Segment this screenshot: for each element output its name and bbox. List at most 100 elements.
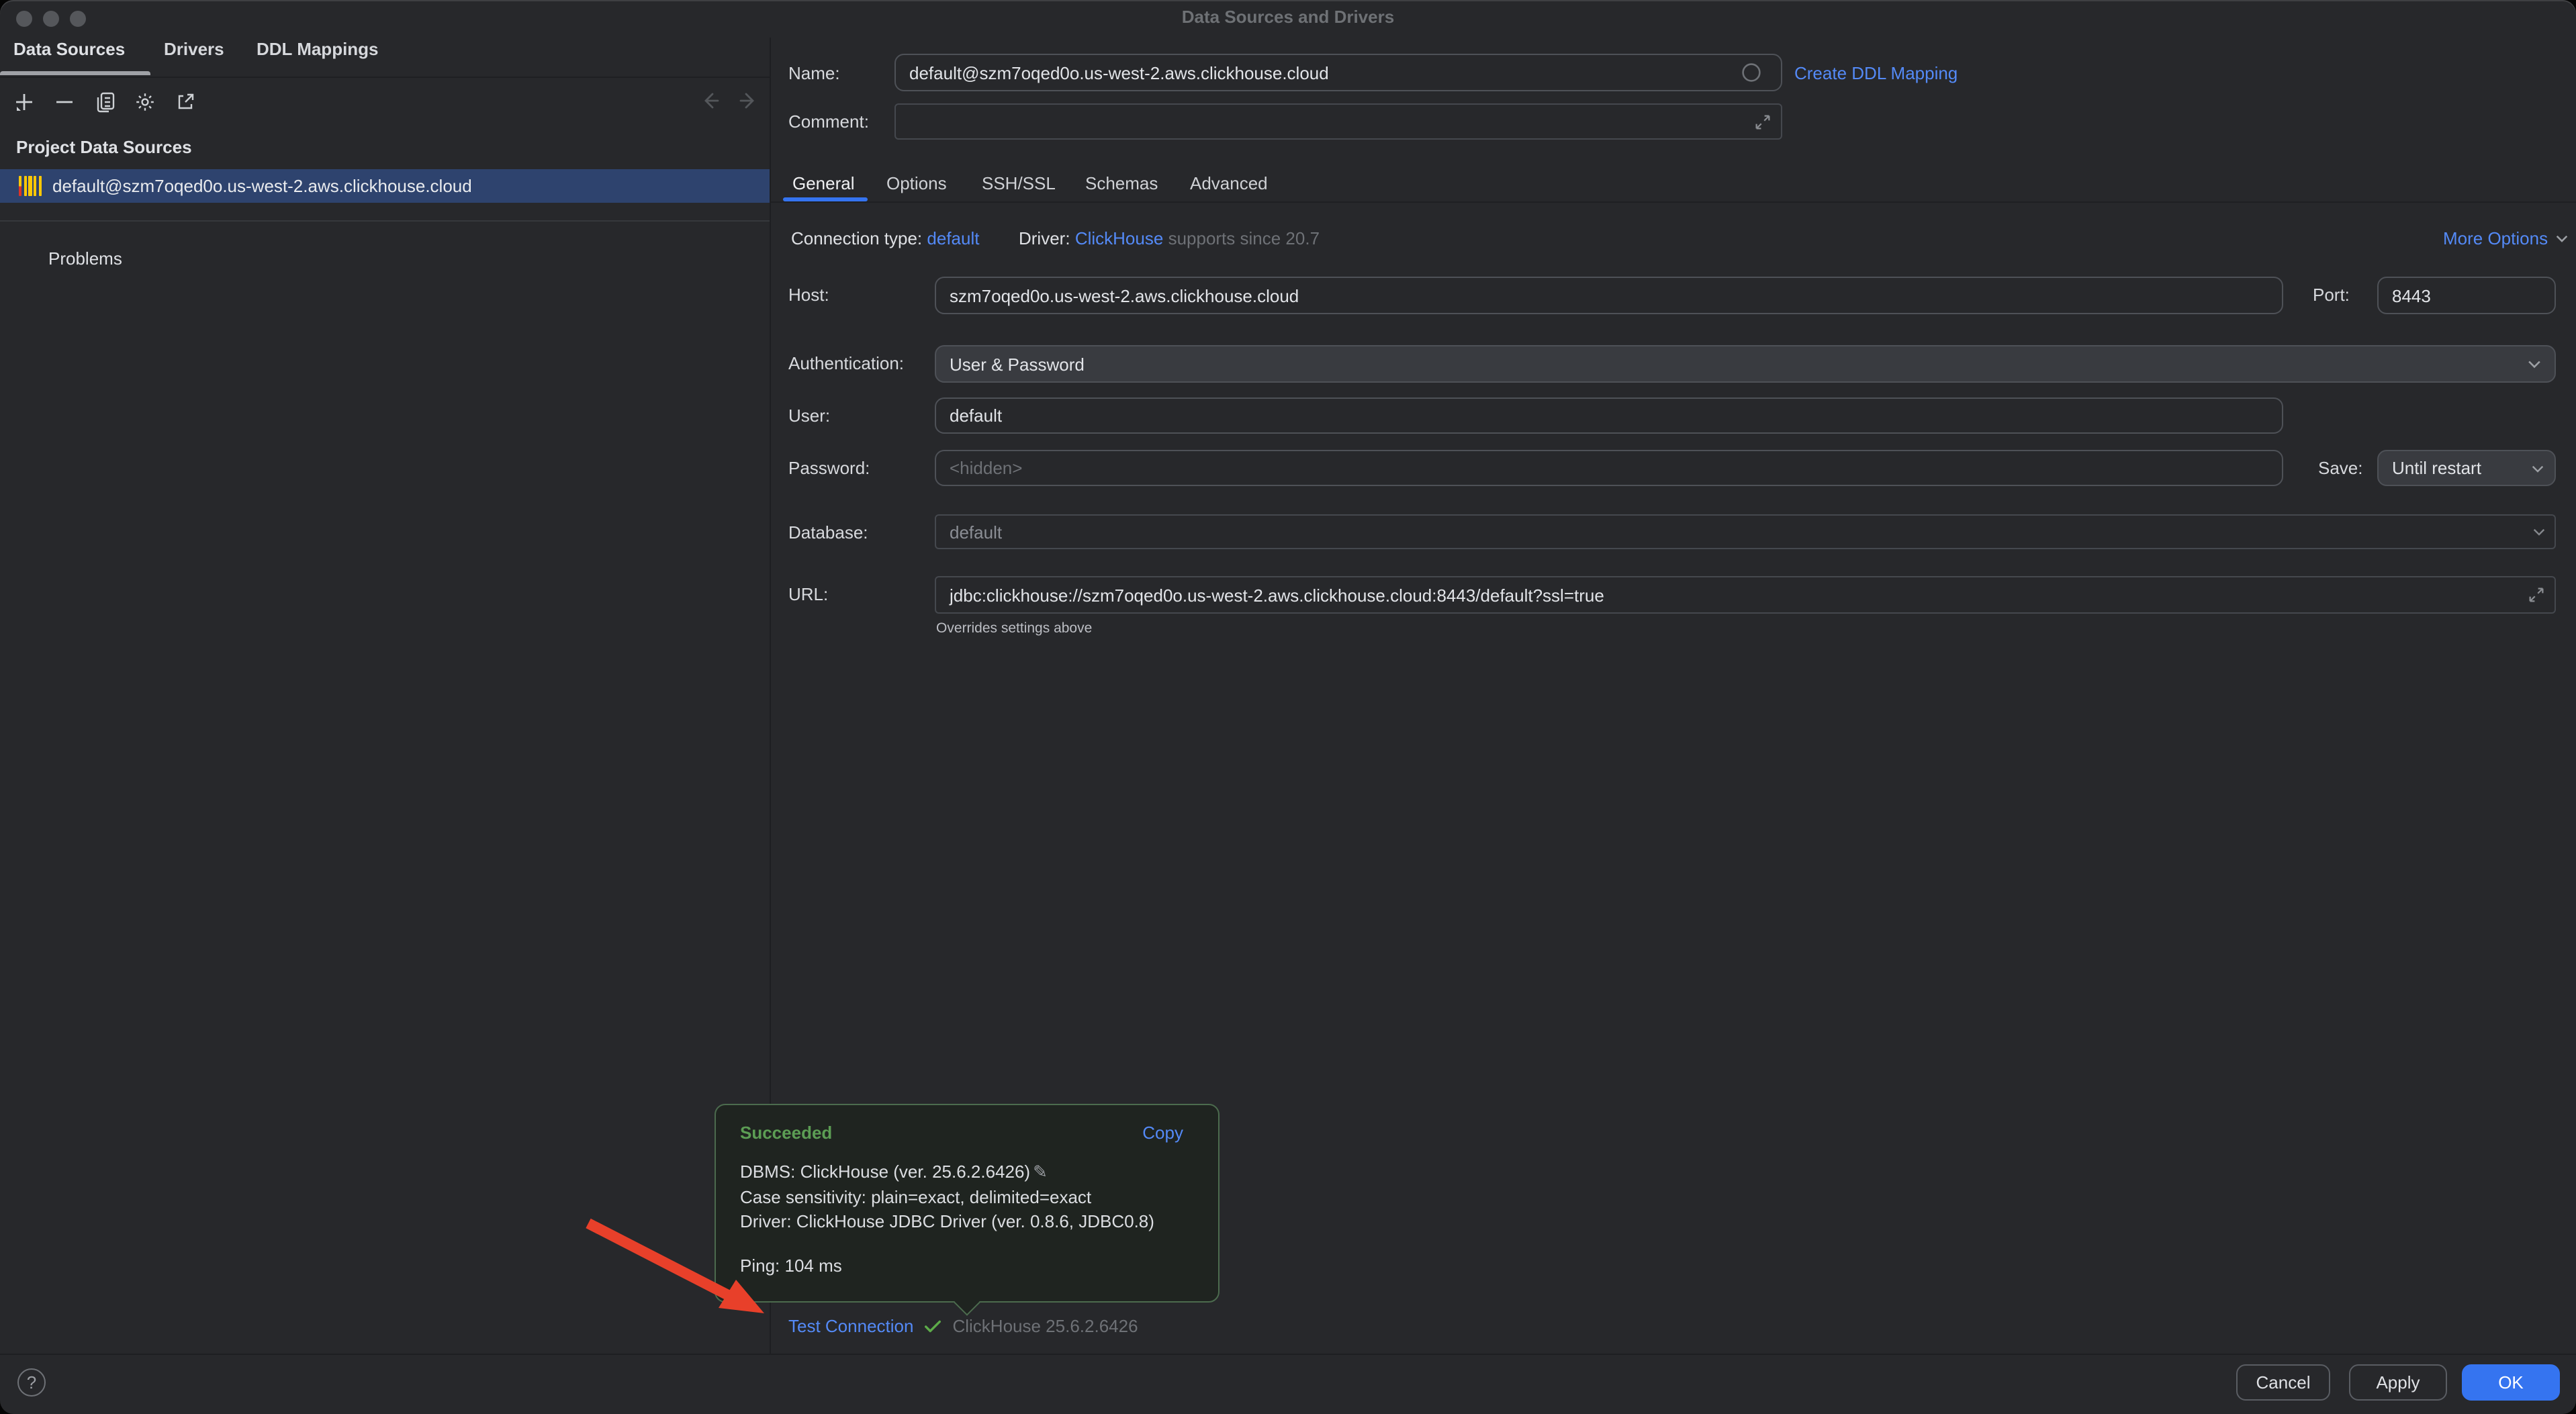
tab-data-sources[interactable]: Data Sources bbox=[13, 39, 125, 59]
user-value: default bbox=[936, 406, 1002, 426]
back-button[interactable] bbox=[696, 87, 723, 114]
authentication-dropdown[interactable]: User & Password bbox=[935, 345, 2556, 383]
name-value: default@szm7oqed0o.us-west-2.aws.clickho… bbox=[896, 62, 1329, 83]
more-options-link[interactable]: More Options bbox=[2443, 228, 2571, 248]
popup-details: DBMS: ClickHouse (ver. 25.6.2.6426)✎ Cas… bbox=[740, 1160, 1154, 1235]
driver-label: Driver: bbox=[1019, 228, 1070, 248]
copy-link[interactable]: Copy bbox=[1142, 1123, 1183, 1143]
tab-drivers[interactable]: Drivers bbox=[164, 39, 224, 59]
data-source-item[interactable]: default@szm7oqed0o.us-west-2.aws.clickho… bbox=[0, 169, 770, 203]
save-dropdown[interactable]: Until restart bbox=[2377, 450, 2556, 486]
user-input[interactable]: default bbox=[935, 397, 2283, 434]
test-connection-result-popup: Succeeded Copy DBMS: ClickHouse (ver. 25… bbox=[715, 1104, 1220, 1303]
chevron-down-icon bbox=[2529, 459, 2546, 477]
clickhouse-icon bbox=[19, 176, 42, 196]
database-label: Database: bbox=[788, 522, 868, 543]
problems-section-header[interactable]: Problems bbox=[48, 248, 122, 269]
gear-icon bbox=[134, 91, 156, 113]
host-label: Host: bbox=[788, 285, 829, 305]
dbms-line: DBMS: ClickHouse (ver. 25.6.2.6426)✎ bbox=[740, 1160, 1154, 1185]
data-sources-dialog: Data Sources and Drivers Data Sources Dr… bbox=[0, 0, 2576, 1414]
chevron-down-icon bbox=[2553, 230, 2571, 247]
host-input[interactable]: szm7oqed0o.us-west-2.aws.clickhouse.clou… bbox=[935, 277, 2283, 314]
export-button[interactable] bbox=[172, 89, 199, 115]
copy-icon bbox=[94, 91, 116, 113]
tab-schemas[interactable]: Schemas bbox=[1085, 173, 1158, 193]
settings-button[interactable] bbox=[132, 89, 158, 115]
chevron-down-icon bbox=[2525, 355, 2544, 373]
save-label: Save: bbox=[2318, 458, 2363, 478]
case-sensitivity-line: Case sensitivity: plain=exact, delimited… bbox=[740, 1185, 1154, 1210]
more-options-label: More Options bbox=[2443, 228, 2548, 248]
ok-button[interactable]: OK bbox=[2462, 1364, 2560, 1401]
form-tabs-separator bbox=[771, 201, 2576, 203]
active-tab-underline bbox=[0, 71, 150, 75]
project-data-sources-header: Project Data Sources bbox=[16, 137, 192, 157]
arrow-right-icon bbox=[739, 90, 760, 111]
authentication-label: Authentication: bbox=[788, 353, 904, 373]
url-value: jdbc:clickhouse://szm7oqed0o.us-west-2.a… bbox=[936, 585, 1604, 605]
duplicate-button[interactable] bbox=[91, 89, 118, 115]
plus-icon bbox=[13, 91, 35, 113]
apply-button[interactable]: Apply bbox=[2349, 1364, 2447, 1401]
question-mark-icon: ? bbox=[27, 1372, 36, 1393]
tab-general[interactable]: General bbox=[792, 173, 855, 193]
left-tabs-separator bbox=[0, 77, 770, 78]
popup-tail bbox=[954, 1288, 980, 1315]
save-value: Until restart bbox=[2379, 458, 2481, 478]
test-connection-row: Test Connection ClickHouse 25.6.2.6426 bbox=[788, 1316, 1138, 1336]
test-result-text: ClickHouse 25.6.2.6426 bbox=[952, 1316, 1138, 1336]
pencil-icon[interactable]: ✎ bbox=[1033, 1162, 1048, 1182]
window-title: Data Sources and Drivers bbox=[0, 7, 2576, 27]
tab-options[interactable]: Options bbox=[886, 173, 947, 193]
connection-type-label: Connection type: bbox=[791, 228, 922, 248]
authentication-value: User & Password bbox=[936, 354, 1085, 374]
database-dropdown[interactable]: default bbox=[935, 514, 2556, 549]
url-note: Overrides settings above bbox=[936, 620, 1092, 637]
port-value: 8443 bbox=[2379, 285, 2431, 305]
navigation-arrows bbox=[696, 87, 763, 114]
port-label: Port: bbox=[2313, 285, 2350, 305]
ping-line: Ping: 104 ms bbox=[740, 1256, 842, 1276]
check-icon bbox=[923, 1316, 943, 1336]
expand-icon bbox=[2526, 585, 2546, 605]
database-value: default bbox=[936, 522, 1002, 542]
tab-ddl-mappings[interactable]: DDL Mappings bbox=[257, 39, 379, 59]
remove-button[interactable] bbox=[51, 89, 78, 115]
data-source-label: default@szm7oqed0o.us-west-2.aws.clickho… bbox=[52, 176, 472, 196]
cancel-button[interactable]: Cancel bbox=[2236, 1364, 2330, 1401]
help-button[interactable]: ? bbox=[17, 1368, 46, 1397]
left-toolbar bbox=[11, 87, 199, 117]
host-value: szm7oqed0o.us-west-2.aws.clickhouse.clou… bbox=[936, 285, 1299, 305]
test-connection-link[interactable]: Test Connection bbox=[788, 1316, 913, 1336]
list-separator bbox=[0, 220, 770, 222]
arrow-left-icon bbox=[698, 90, 720, 111]
tab-advanced[interactable]: Advanced bbox=[1190, 173, 1268, 193]
port-input[interactable]: 8443 bbox=[2377, 277, 2556, 314]
password-placeholder: <hidden> bbox=[936, 458, 1022, 478]
name-input[interactable]: default@szm7oqed0o.us-west-2.aws.clickho… bbox=[894, 54, 1782, 91]
connection-info-row: Connection type: default Driver: ClickHo… bbox=[791, 228, 1320, 248]
tab-ssh-ssl[interactable]: SSH/SSL bbox=[982, 173, 1056, 193]
name-label: Name: bbox=[788, 63, 840, 83]
user-label: User: bbox=[788, 406, 830, 426]
connection-type-link[interactable]: default bbox=[927, 228, 979, 248]
url-label: URL: bbox=[788, 584, 828, 604]
driver-line: Driver: ClickHouse JDBC Driver (ver. 0.8… bbox=[740, 1210, 1154, 1235]
footer-separator bbox=[0, 1354, 2576, 1355]
minus-icon bbox=[54, 91, 75, 113]
create-ddl-mapping-link[interactable]: Create DDL Mapping bbox=[1794, 63, 1958, 83]
status-circle-icon bbox=[1741, 62, 1762, 83]
comment-input[interactable] bbox=[894, 103, 1782, 140]
password-label: Password: bbox=[788, 458, 870, 478]
status-badge: Succeeded bbox=[740, 1123, 832, 1143]
red-annotation-arrow bbox=[0, 0, 2576, 1414]
add-button[interactable] bbox=[11, 89, 38, 115]
expand-icon bbox=[1753, 111, 1773, 132]
comment-label: Comment: bbox=[788, 111, 869, 132]
export-icon bbox=[175, 91, 196, 113]
url-input[interactable]: jdbc:clickhouse://szm7oqed0o.us-west-2.a… bbox=[935, 576, 2556, 614]
driver-link[interactable]: ClickHouse bbox=[1075, 228, 1164, 248]
forward-button[interactable] bbox=[736, 87, 763, 114]
password-input[interactable]: <hidden> bbox=[935, 450, 2283, 486]
